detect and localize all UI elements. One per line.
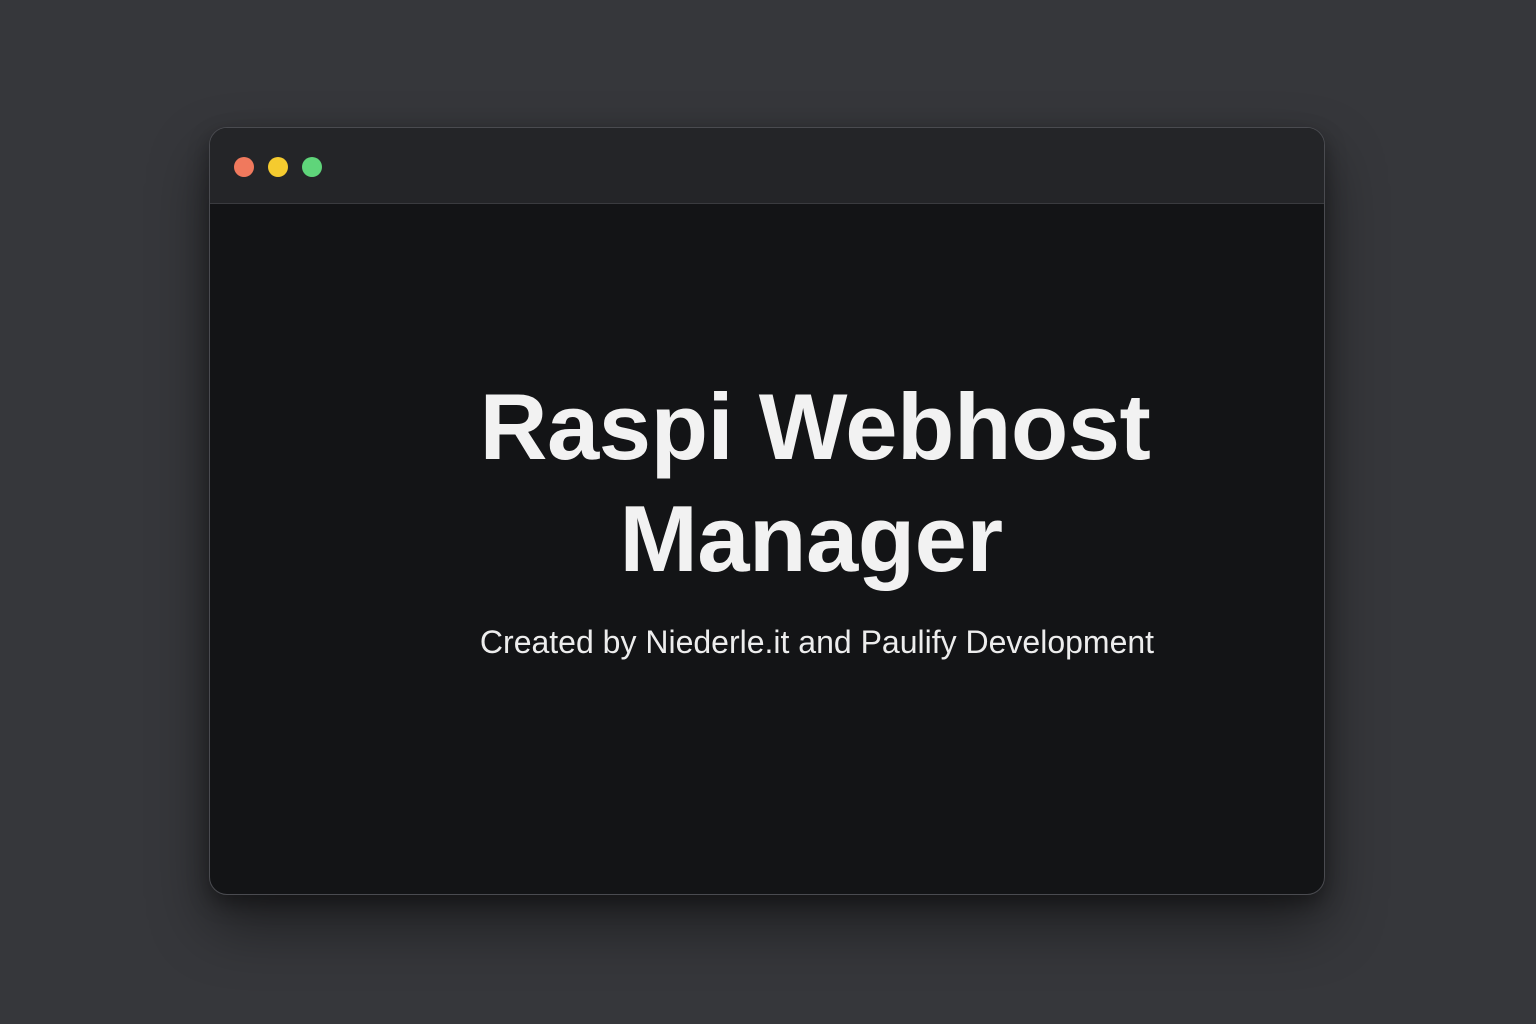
- app-title-line-2: Manager: [619, 486, 1003, 591]
- maximize-button[interactable]: [302, 157, 322, 177]
- window-controls: [234, 157, 322, 177]
- credits-subtitle: Created by Niederle.it and Paulify Devel…: [479, 624, 1155, 660]
- app-title-line-1: Raspi Webhost: [479, 374, 1151, 479]
- app-window: Raspi Webhost Manager Created by Niederl…: [209, 127, 1325, 895]
- window-titlebar[interactable]: [210, 128, 1324, 204]
- app-title: Raspi Webhost Manager: [210, 371, 1324, 595]
- minimize-button[interactable]: [268, 157, 288, 177]
- close-button[interactable]: [234, 157, 254, 177]
- window-content: Raspi Webhost Manager Created by Niederl…: [210, 204, 1324, 894]
